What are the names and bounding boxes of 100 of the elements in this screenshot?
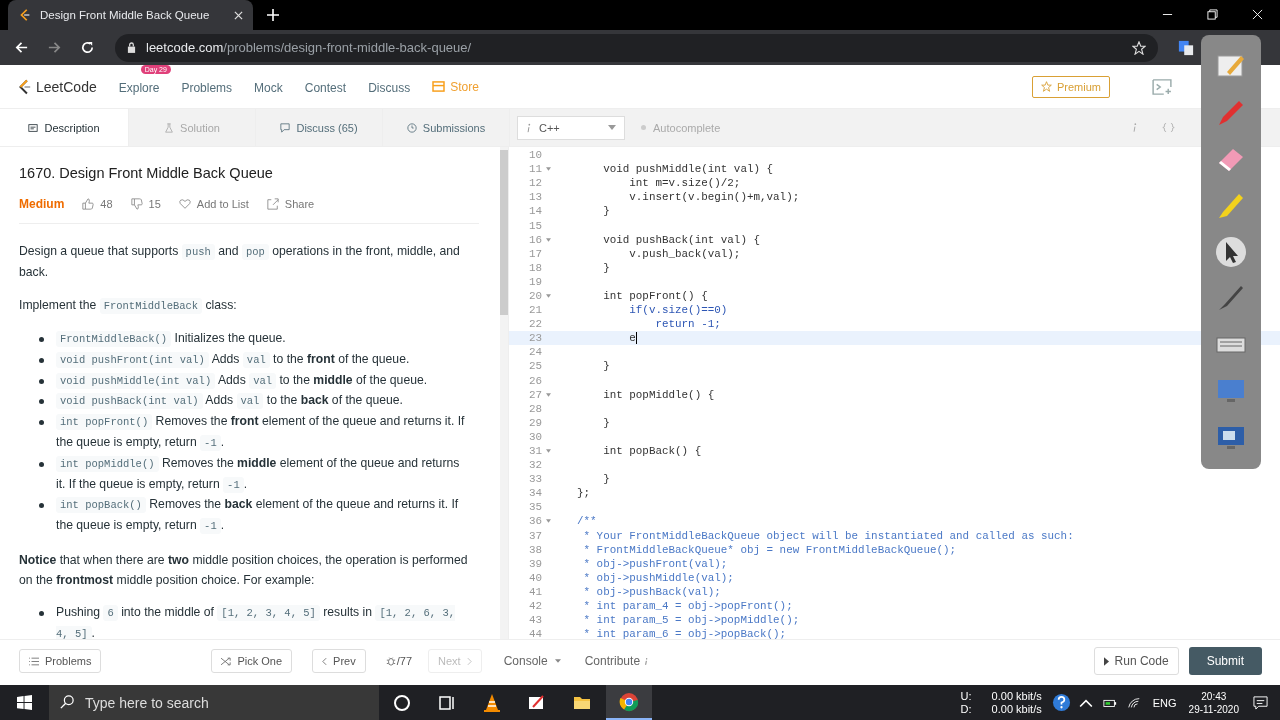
- nav-link[interactable]: Discuss: [368, 80, 411, 95]
- share-button[interactable]: Share: [266, 198, 315, 210]
- bookmark-star-icon[interactable]: [1132, 40, 1146, 55]
- line-number: 30: [527, 430, 542, 443]
- help-icon[interactable]: [1051, 693, 1071, 712]
- notification-icon[interactable]: [1253, 695, 1268, 710]
- line-number: 35: [527, 501, 542, 514]
- list-icon: [29, 656, 39, 666]
- fold-arrow-icon[interactable]: [545, 449, 551, 453]
- reload-icon[interactable]: [80, 40, 95, 55]
- line-number: 16: [527, 233, 542, 246]
- scrollbar-thumb[interactable]: [500, 150, 508, 315]
- add-to-list-button[interactable]: Add to List: [178, 198, 249, 210]
- bullet-icon: [39, 610, 44, 616]
- line-number: 33: [527, 473, 542, 486]
- heart-icon: [178, 198, 191, 210]
- like-button[interactable]: 48: [82, 198, 113, 210]
- pick-one-button[interactable]: Pick One: [211, 649, 293, 673]
- submit-button[interactable]: Submit: [1188, 647, 1262, 675]
- dislike-button[interactable]: 15: [130, 198, 161, 210]
- line-number: 17: [527, 247, 542, 260]
- fold-arrow-icon[interactable]: [545, 294, 551, 298]
- run-code-button[interactable]: Run Code: [1093, 647, 1179, 675]
- prev-button[interactable]: Prev: [312, 649, 366, 673]
- restore-icon[interactable]: [1207, 9, 1218, 20]
- code-text: if(v.size()==0): [628, 304, 728, 317]
- code-text: * obj->pushFront(val);: [582, 557, 728, 570]
- code-text: }: [602, 205, 610, 218]
- cursor-icon[interactable]: [1215, 235, 1247, 268]
- console-button[interactable]: Console: [497, 653, 567, 669]
- bullet-icon: [39, 461, 44, 467]
- list-item-text: void pushBack(int val) Adds val to the back of the queue.: [56, 391, 403, 413]
- code-text: * int param_6 = obj->popBack();: [582, 628, 787, 639]
- panel-tab[interactable]: Submissions: [383, 109, 510, 146]
- line-number: 13: [527, 191, 542, 204]
- close-icon[interactable]: [234, 10, 243, 20]
- panel-tab[interactable]: Description: [0, 109, 129, 146]
- fold-arrow-icon[interactable]: [545, 519, 551, 524]
- line-number: 14: [527, 205, 542, 218]
- code-text: void pushMiddle(int val) {: [602, 163, 774, 176]
- fold-arrow-icon[interactable]: [545, 237, 551, 242]
- code-text: }: [602, 473, 610, 486]
- line-number: 26: [527, 374, 542, 387]
- line-number: 31: [527, 445, 542, 457]
- line-number: 43: [527, 614, 542, 627]
- line-number: 36: [527, 515, 542, 528]
- shuffle-icon: [221, 656, 232, 666]
- back-icon[interactable]: [14, 40, 29, 55]
- flask-icon: [164, 122, 175, 133]
- language-select[interactable]: C++: [517, 115, 625, 140]
- clock[interactable]: 20:43 29-11-2020: [1188, 689, 1239, 716]
- line-number: 18: [527, 261, 542, 274]
- code-text: int m=v.size()/2;: [628, 177, 741, 190]
- problems-button[interactable]: Problems: [19, 649, 102, 673]
- fold-arrow-icon[interactable]: [545, 167, 551, 172]
- translate-icon[interactable]: [1178, 39, 1194, 56]
- new-tab-icon[interactable]: [267, 9, 279, 21]
- bug-icon: [385, 656, 396, 666]
- problem-counter[interactable]: /77: [385, 655, 413, 667]
- description-text: Design a queue that supports push and pop operations in the front, middle, and back.: [19, 243, 461, 281]
- bullet-icon: [39, 337, 44, 342]
- language-indicator[interactable]: ENG: [1152, 696, 1177, 709]
- contribute-link[interactable]: Contribute: [584, 654, 641, 668]
- download-rate: 0.00 kbit/s: [991, 702, 1042, 716]
- browser-taskbar-button[interactable]: [606, 685, 652, 720]
- windows-start-icon[interactable]: [17, 695, 32, 710]
- code-text: * obj->pushMiddle(val);: [582, 571, 734, 584]
- taskbar-search-field[interactable]: Type here to search: [49, 685, 379, 720]
- code-text: v.push_back(val);: [628, 247, 741, 260]
- bullet-icon: [39, 378, 44, 384]
- code-text: int popFront() {: [602, 290, 708, 302]
- address-field[interactable]: leetcode.com/problems/design-front-middle-back-queue/: [115, 33, 1158, 62]
- logo-text[interactable]: LeetCode: [36, 78, 97, 95]
- nav-link[interactable]: Contest: [304, 80, 347, 95]
- nav-link[interactable]: Problems: [181, 80, 233, 95]
- leetcode-logo-icon[interactable]: [18, 77, 31, 96]
- description-text: Implement the FrontMiddleBack class:: [19, 297, 238, 316]
- line-number: 27: [527, 388, 542, 401]
- code-text: }: [602, 261, 610, 274]
- wifi-icon[interactable]: [1126, 696, 1141, 709]
- code-text: * Your FrontMiddleBackQueue object will be instantiated and called as such:: [582, 529, 1074, 542]
- list-item-text: int popFront() Removes the front element of the queue and returns it. If the queue is empty, return -1 .: [56, 413, 466, 453]
- nav-link[interactable]: Explore: [118, 80, 160, 95]
- bullet-icon: [39, 420, 44, 426]
- panel-tab[interactable]: Discuss (65): [256, 109, 383, 146]
- browser-tab[interactable]: Design Front Middle Back Queue: [8, 0, 253, 30]
- traffic-cone-icon[interactable]: [481, 692, 502, 713]
- line-number: 15: [527, 219, 542, 232]
- caret-icon: [554, 659, 561, 663]
- line-number: 12: [527, 177, 542, 190]
- line-number: 42: [527, 600, 542, 613]
- forward-icon[interactable]: [47, 40, 62, 55]
- code-text: void pushBack(int val) {: [602, 233, 760, 246]
- nav-link[interactable]: Mock: [254, 80, 283, 95]
- fold-arrow-icon[interactable]: [545, 392, 551, 397]
- circle-icon[interactable]: [391, 692, 412, 713]
- line-number: 21: [527, 304, 542, 317]
- code-text: }: [602, 360, 610, 373]
- line-number: 44: [527, 628, 542, 639]
- list-item-text: void pushMiddle(int val) Adds val to the middle of the queue.: [56, 370, 428, 392]
